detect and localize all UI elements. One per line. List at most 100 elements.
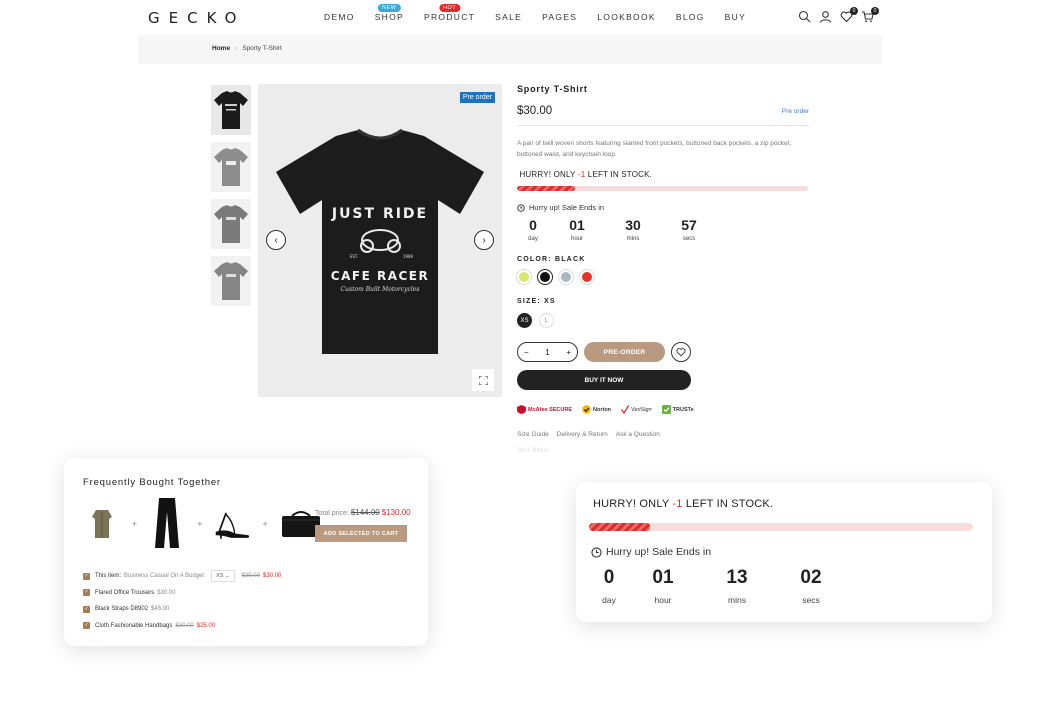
fbt-item-checkbox[interactable]: ✓: [83, 572, 90, 580]
fbt-item-row: ✓ This item: Business Casual On A Budget…: [83, 568, 281, 585]
nav-item-pages[interactable]: PAGES: [542, 12, 577, 22]
product-links: Size Guide Delivery & Return Ask a Quest…: [517, 431, 809, 438]
heart-icon: [676, 348, 686, 357]
nav-item-product[interactable]: HOT PRODUCT: [424, 4, 476, 22]
nav-item-demo[interactable]: DEMO: [324, 12, 355, 22]
search-icon[interactable]: [798, 10, 811, 23]
countdown-secs: 02 secs: [774, 567, 848, 605]
quantity-stepper[interactable]: − 1 +: [517, 342, 578, 362]
qty-minus-button[interactable]: −: [524, 348, 529, 357]
countdown-hours: 01 hour: [626, 567, 700, 605]
size-label: SIZE: XS: [517, 298, 556, 305]
fbt-size-select[interactable]: XS ⌄: [211, 570, 235, 583]
countdown-value: 57: [681, 217, 697, 233]
fbt-item-price: $45.00: [151, 606, 170, 613]
nav-badge-hot: HOT: [439, 4, 461, 12]
nav-item-shop[interactable]: NEW SHOP: [374, 4, 404, 22]
thumbnail-3[interactable]: [211, 199, 251, 249]
fbt-item-row: ✓ Cloth Fashionable Handbags $30.00 $25.…: [83, 618, 281, 635]
nav-label: BLOG: [675, 12, 705, 22]
nav-item-lookbook[interactable]: LOOKBOOK: [597, 12, 656, 22]
nav-item-buy[interactable]: BUY: [725, 12, 746, 22]
preorder-button[interactable]: PRE-ORDER: [584, 342, 665, 362]
buy-now-button[interactable]: BUY IT NOW: [517, 370, 691, 390]
fbt-item-name: This item:: [95, 573, 122, 580]
clock-icon: [517, 203, 525, 212]
plus-icon: +: [197, 519, 203, 529]
nav-badge-new: NEW: [378, 4, 401, 12]
plus-icon: +: [132, 519, 138, 529]
fbt-item-checkbox[interactable]: ✓: [83, 605, 90, 613]
breadcrumb-home[interactable]: Home: [212, 45, 230, 52]
add-selected-to-cart-button[interactable]: ADD SELECTED TO CART: [315, 525, 407, 542]
thumbnail-4[interactable]: [211, 256, 251, 306]
fbt-size-select-value: XS: [216, 573, 224, 580]
chevron-right-icon: ›: [482, 234, 486, 246]
sale-ends: Hurry up! Sale Ends in: [517, 203, 809, 212]
color-swatch-lime[interactable]: [517, 270, 531, 284]
nav-item-blog[interactable]: BLOG: [676, 12, 705, 22]
heart-icon[interactable]: 0: [840, 7, 858, 23]
color-swatch-grey-blue[interactable]: [559, 270, 573, 284]
sale-ends-label: Hurry up! Sale Ends in: [529, 203, 605, 212]
stock-suffix: LEFT IN STOCK.: [682, 498, 774, 510]
fbt-total: Total price: $144.00 $130.00: [315, 508, 411, 517]
product-price: $30.00: [517, 105, 553, 117]
nav-label: DEMO: [324, 12, 355, 22]
countdown: 0 day 01 hour 13 mins 02 secs: [592, 567, 848, 605]
norton-check-icon: [582, 405, 591, 414]
size-option-xs[interactable]: XS: [517, 313, 532, 328]
stock-message: HURRY! ONLY -1 LEFT IN STOCK.: [517, 170, 809, 179]
preorder-link[interactable]: Pre order: [782, 108, 809, 115]
fbt-item-name: Black Straps D8902: [95, 606, 149, 613]
thumbnail-list: [211, 85, 253, 313]
breadcrumb: Home › Sporty T-Shirt: [138, 35, 882, 64]
fbt-item-old-price: $39.00: [241, 573, 260, 580]
frequently-bought-together-card: Frequently Bought Together + + + Total p…: [64, 458, 428, 646]
thumbnail-1[interactable]: [211, 85, 251, 135]
stock-progress-bar: [589, 523, 973, 531]
color-swatch-red[interactable]: [580, 270, 594, 284]
countdown-days: 0 day: [592, 567, 626, 605]
cart-icon[interactable]: 0: [861, 7, 879, 23]
fbt-item-checkbox[interactable]: ✓: [83, 589, 90, 597]
wishlist-button[interactable]: [671, 342, 691, 362]
fbt-title: Frequently Bought Together: [83, 477, 221, 488]
countdown-value: 30: [625, 217, 641, 233]
stock-countdown-card: HURRY! ONLY -1 LEFT IN STOCK. Hurry up! …: [576, 482, 992, 622]
qty-plus-button[interactable]: +: [566, 348, 571, 357]
fbt-item-checkbox[interactable]: ✓: [83, 622, 90, 630]
size-options: XS L: [517, 313, 809, 328]
delivery-return-link[interactable]: Delivery & Return: [557, 431, 608, 438]
nav-label: PRODUCT: [424, 12, 476, 22]
countdown-hours: 01 hour: [549, 217, 605, 242]
size-guide-link[interactable]: Size Guide: [517, 431, 549, 438]
color-swatch-black[interactable]: [538, 270, 552, 284]
size-option-l[interactable]: L: [539, 313, 554, 328]
fbt-product-trousers-image[interactable]: [148, 498, 186, 550]
nav-label: SHOP: [374, 12, 404, 22]
site-logo[interactable]: GECKO: [148, 9, 245, 27]
fbt-product-heels-image[interactable]: [214, 498, 252, 550]
next-image-button[interactable]: ›: [474, 230, 494, 250]
fbt-product-jacket-image[interactable]: [83, 498, 121, 550]
fbt-item-old-price: $30.00: [175, 622, 194, 629]
thumbnail-2[interactable]: [211, 142, 251, 192]
fbt-item-name: Cloth Fashionable Handbags: [95, 622, 173, 629]
shirt-print-est: EST.: [350, 254, 358, 259]
countdown-value: 13: [726, 567, 748, 588]
qty-value[interactable]: 1: [545, 348, 549, 357]
total-new-price: $130.00: [381, 508, 411, 517]
mcafee-badge: McAfee SECURE: [517, 405, 572, 414]
zoom-button[interactable]: [472, 369, 494, 391]
nav-item-sale[interactable]: SALE: [495, 12, 522, 22]
countdown-unit: mins: [728, 595, 746, 605]
main-nav: DEMO NEW SHOP HOT PRODUCT SALE PAGES LOOKB…: [324, 4, 766, 22]
ask-question-link[interactable]: Ask a Question: [616, 431, 660, 438]
user-icon[interactable]: [819, 10, 832, 23]
prev-image-button[interactable]: ‹: [266, 230, 286, 250]
stock-suffix: LEFT IN STOCK.: [585, 170, 653, 179]
fbt-product-handbag-image[interactable]: [279, 498, 323, 550]
nav-label: BUY: [724, 12, 747, 22]
main-product-image[interactable]: JUST RIDE EST. 1989 CAFE RACER Custom Bu…: [258, 84, 502, 397]
